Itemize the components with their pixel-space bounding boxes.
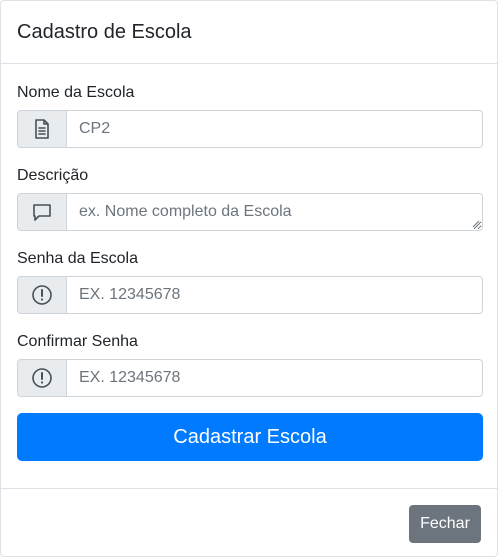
confirm-password-label: Confirmar Senha (17, 333, 138, 350)
confirm-password-input[interactable] (67, 359, 483, 397)
password-label: Senha da Escola (17, 250, 138, 267)
chat-icon (17, 193, 67, 231)
register-school-button[interactable]: Cadastrar Escola (17, 413, 483, 461)
modal-body: Nome da Escola Descrição (1, 64, 497, 461)
exclamation-circle-icon (17, 276, 67, 314)
school-name-label: Nome da Escola (17, 84, 135, 101)
modal-footer: Fechar (1, 488, 497, 557)
description-textarea-wrap (67, 193, 483, 231)
register-school-modal: Cadastro de Escola Nome da Escola Descri… (0, 0, 498, 557)
close-button[interactable]: Fechar (409, 504, 481, 543)
description-group: Descrição (17, 148, 483, 231)
modal-title: Cadastro de Escola (17, 20, 192, 43)
resize-grip-icon[interactable] (472, 220, 480, 228)
password-input-group (17, 276, 483, 314)
confirm-password-input-group (17, 359, 483, 397)
school-name-input[interactable] (67, 110, 483, 148)
school-name-group: Nome da Escola (17, 64, 483, 148)
description-label: Descrição (17, 167, 89, 184)
exclamation-circle-icon (17, 359, 67, 397)
modal-header: Cadastro de Escola (1, 1, 497, 64)
document-icon (17, 110, 67, 148)
password-group: Senha da Escola (17, 231, 483, 314)
confirm-password-group: Confirmar Senha (17, 314, 483, 397)
password-input[interactable] (67, 276, 483, 314)
description-input-group (17, 193, 483, 231)
school-name-input-group (17, 110, 483, 148)
description-textarea[interactable] (67, 193, 483, 231)
